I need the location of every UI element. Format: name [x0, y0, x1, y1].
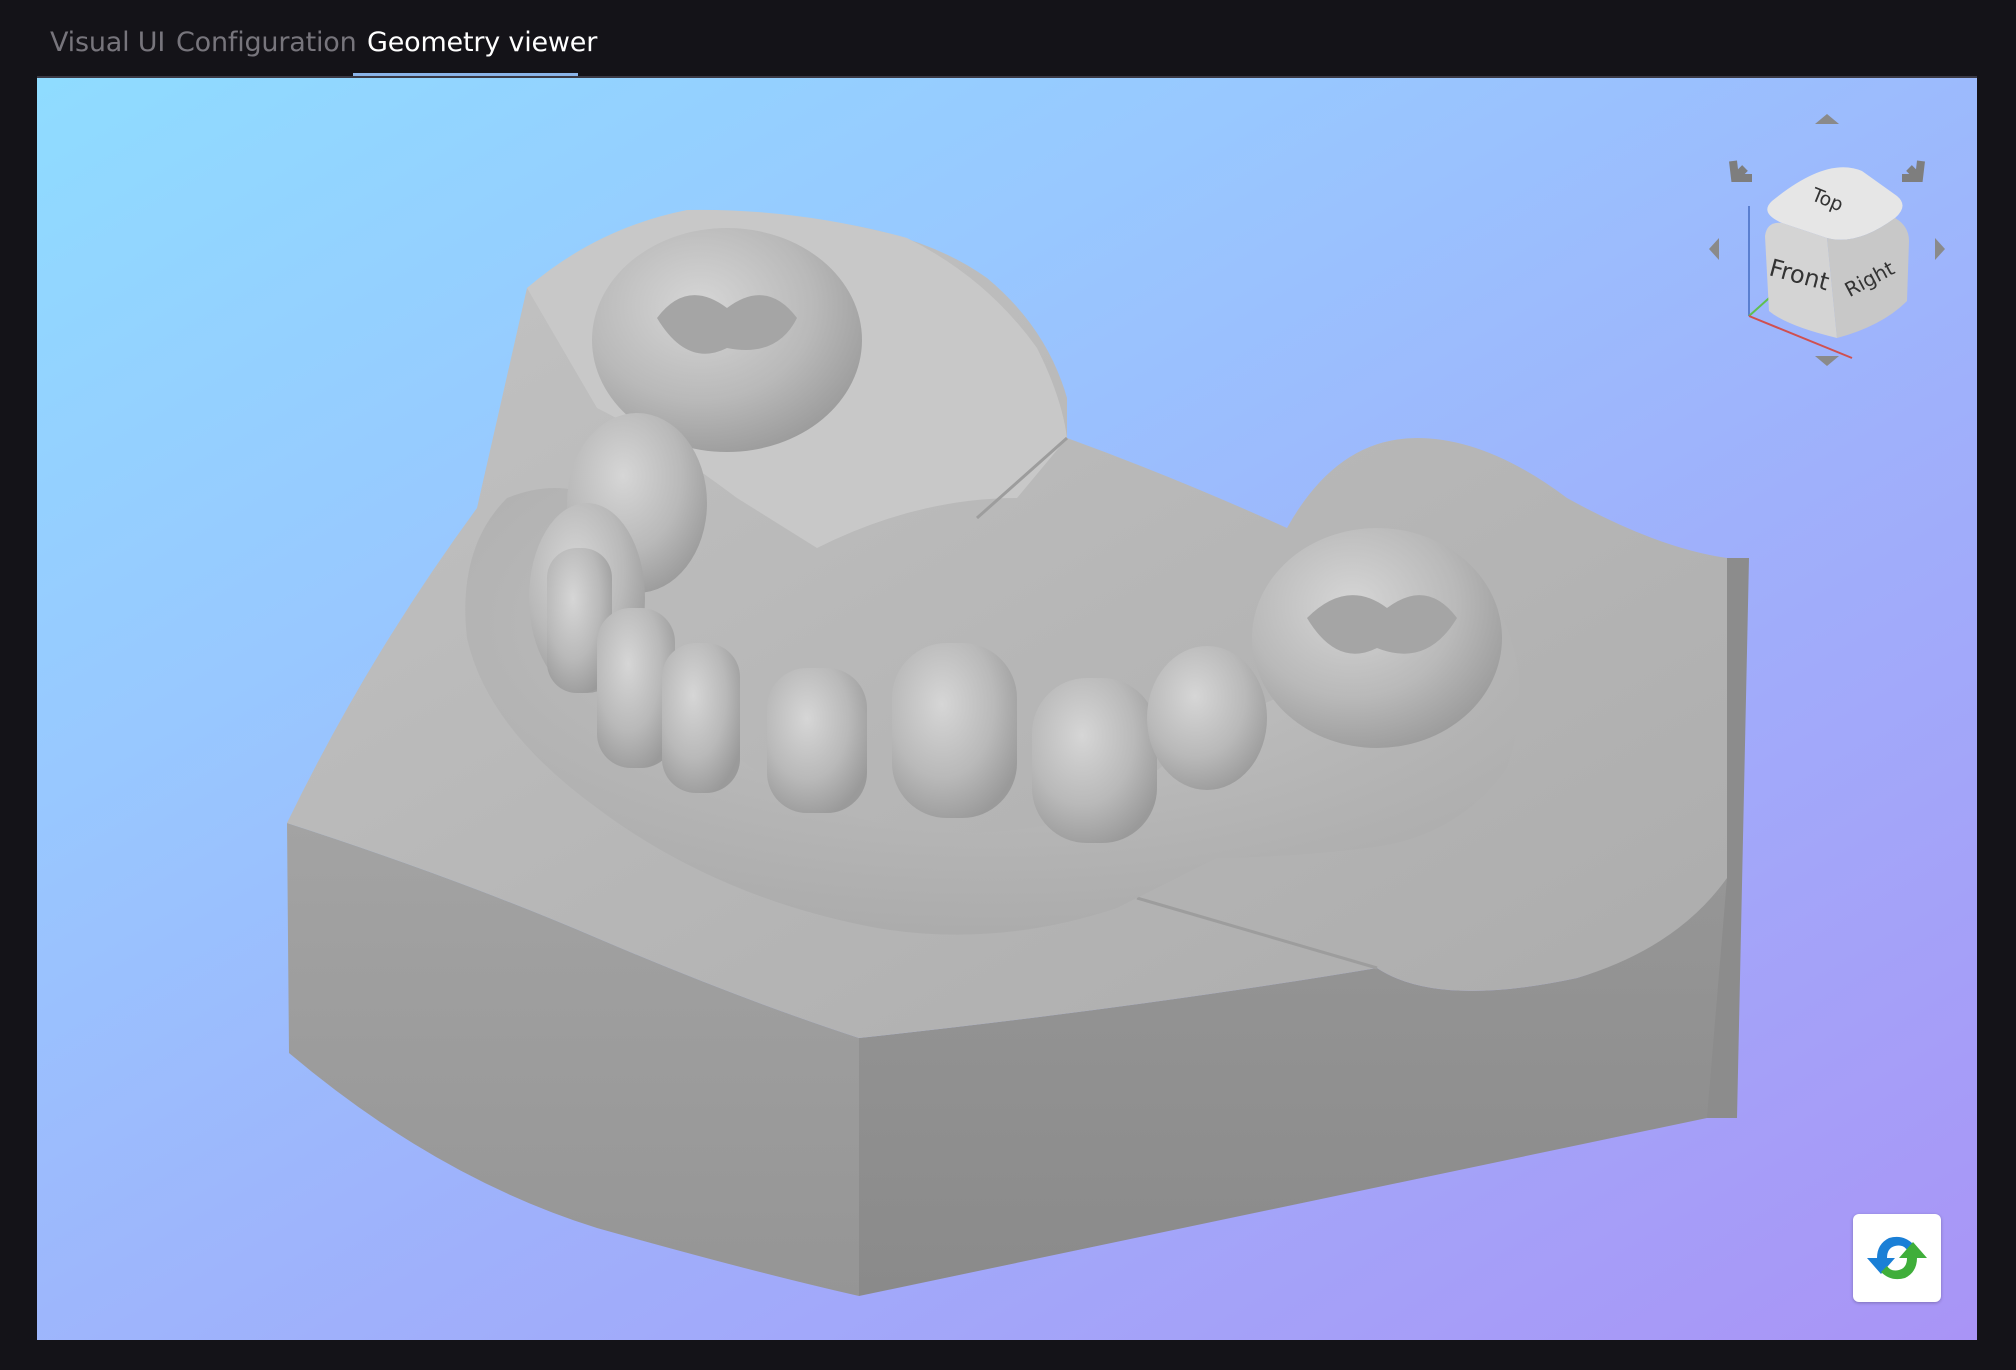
tab-visual-ui[interactable]: Visual UI [50, 22, 165, 74]
orbit-up-arrow[interactable] [1815, 114, 1839, 124]
rotate-cw-arrow[interactable] [1902, 160, 1925, 182]
premolar-right-1 [1147, 646, 1267, 790]
incisor-left-central [662, 643, 740, 793]
reset-view-button[interactable] [1853, 1214, 1941, 1302]
orbit-down-arrow[interactable] [1815, 356, 1839, 366]
rotate-ccw-arrow[interactable] [1729, 160, 1752, 182]
tab-configuration[interactable]: Configuration [176, 22, 357, 74]
tab-geometry-viewer[interactable]: Geometry viewer [367, 22, 597, 74]
incisor-right-central [767, 668, 867, 813]
geometry-viewport[interactable]: Top Front Right [37, 78, 1977, 1340]
active-tab-indicator [353, 73, 578, 76]
sync-icon [1867, 1236, 1927, 1280]
view-navigation-cube[interactable]: Top Front Right [1677, 106, 1977, 386]
tab-bar: Visual UI Configuration Geometry viewer [0, 0, 2016, 78]
orbit-left-arrow[interactable] [1709, 238, 1719, 260]
canine-right [1032, 678, 1157, 843]
incisor-right-lateral [892, 643, 1017, 818]
orbit-right-arrow[interactable] [1935, 238, 1945, 260]
